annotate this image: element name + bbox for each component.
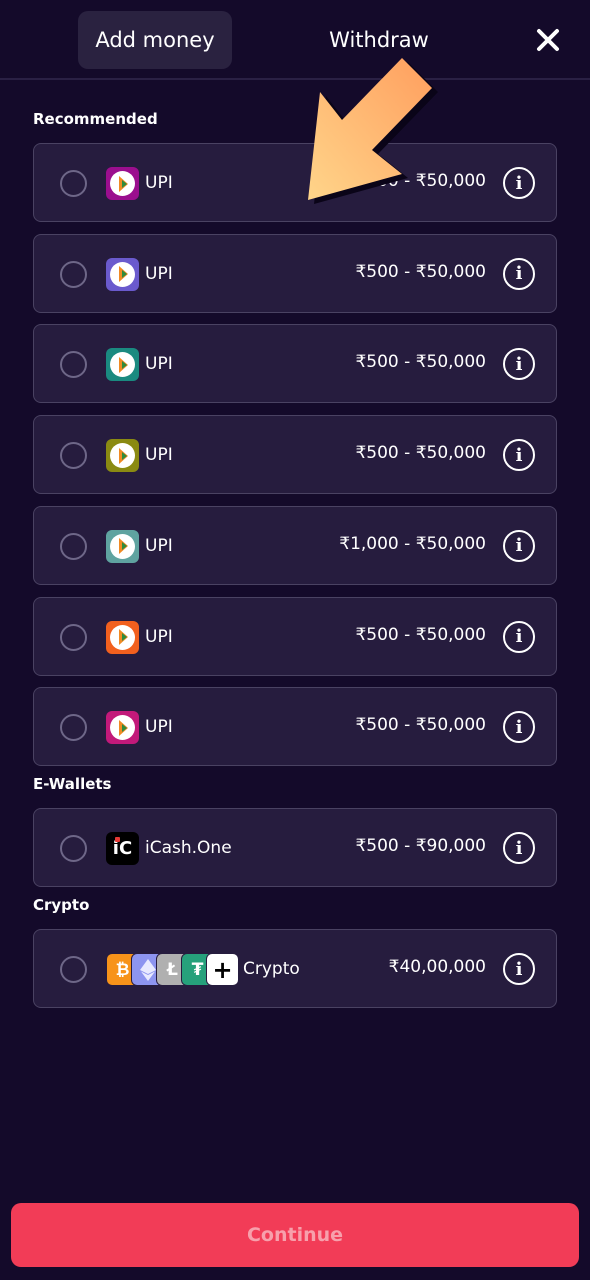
bhim-upi-icon bbox=[106, 439, 139, 473]
continue-button[interactable]: Continue bbox=[11, 1203, 579, 1267]
bhim-upi-icon bbox=[106, 711, 139, 745]
close-button[interactable] bbox=[530, 22, 566, 58]
amount-range: ₹500 - ₹50,000 bbox=[355, 352, 486, 373]
info-icon[interactable]: i bbox=[503, 348, 535, 381]
payment-method-icash[interactable]: iC iCash.One ₹500 - ₹90,000 i bbox=[33, 808, 557, 887]
bhim-upi-icon bbox=[106, 620, 139, 654]
payment-method-upi[interactable]: UPI ₹500 - ₹50,000 i bbox=[33, 687, 557, 767]
radio-button[interactable] bbox=[60, 260, 87, 288]
method-label: Crypto bbox=[243, 959, 300, 979]
method-label: iCash.One bbox=[145, 838, 232, 858]
tab-add-money[interactable]: Add money bbox=[78, 11, 232, 69]
amount-range: ₹500 - ₹90,000 bbox=[355, 836, 486, 856]
bhim-upi-icon bbox=[106, 167, 139, 200]
radio-button[interactable] bbox=[60, 956, 87, 983]
payment-method-upi[interactable]: UPI ₹1,000 - ₹50,000 i bbox=[33, 505, 557, 585]
section-title-ewallets: E-Wallets bbox=[33, 775, 112, 793]
icash-logo: iC bbox=[106, 832, 139, 865]
crypto-icons: ₿ Ł ₮ + bbox=[106, 953, 240, 986]
payment-method-upi[interactable]: UPI ₹500 - ₹50,000 i bbox=[33, 324, 557, 404]
amount-range: ₹1,000 - ₹50,000 bbox=[339, 533, 486, 554]
amount-range: ₹500 - ₹50,000 bbox=[355, 624, 486, 645]
method-label: UPI bbox=[145, 445, 173, 466]
method-label: UPI bbox=[145, 263, 173, 284]
method-label: UPI bbox=[145, 354, 173, 375]
section-title-crypto: Crypto bbox=[33, 896, 90, 914]
section-title-recommended: Recommended bbox=[33, 110, 158, 128]
info-icon[interactable]: i bbox=[503, 529, 535, 562]
bhim-upi-icon bbox=[106, 348, 139, 382]
payment-method-upi[interactable]: UPI ₹500 - ₹50,000 i bbox=[33, 233, 557, 313]
bhim-upi-icon bbox=[106, 257, 139, 291]
amount-range: ₹500 - ₹50,000 bbox=[355, 261, 486, 282]
bhim-upi-icon bbox=[106, 529, 139, 563]
radio-button[interactable] bbox=[60, 442, 87, 470]
radio-button[interactable] bbox=[60, 835, 87, 862]
amount-range: ₹500 - ₹50,000 bbox=[355, 443, 486, 464]
info-icon[interactable]: i bbox=[503, 711, 535, 744]
close-icon bbox=[537, 29, 559, 51]
info-icon[interactable]: i bbox=[503, 620, 535, 653]
info-icon[interactable]: i bbox=[503, 257, 535, 290]
amount-range: ₹500 - ₹50,000 bbox=[355, 715, 486, 736]
radio-button[interactable] bbox=[60, 623, 87, 651]
payment-method-upi[interactable]: UPI ₹500 - ₹50,000 i bbox=[33, 596, 557, 676]
method-label: UPI bbox=[145, 626, 173, 647]
amount-range: ₹40,00,000 bbox=[388, 957, 486, 977]
info-icon[interactable]: i bbox=[503, 832, 535, 864]
radio-button[interactable] bbox=[60, 714, 87, 742]
method-label: UPI bbox=[145, 535, 173, 556]
radio-button[interactable] bbox=[60, 351, 87, 379]
radio-button[interactable] bbox=[60, 170, 87, 197]
info-icon[interactable]: i bbox=[503, 439, 535, 472]
pointer-arrow-icon bbox=[308, 58, 438, 204]
method-label: UPI bbox=[145, 717, 173, 738]
radio-button[interactable] bbox=[60, 532, 87, 560]
info-icon[interactable]: i bbox=[503, 953, 535, 985]
info-icon[interactable]: i bbox=[503, 167, 535, 199]
method-label: UPI bbox=[145, 173, 173, 193]
plus-icon: + bbox=[206, 953, 239, 986]
payment-method-crypto[interactable]: ₿ Ł ₮ + Crypto ₹40,00,000 i bbox=[33, 929, 557, 1008]
payment-method-upi[interactable]: UPI ₹500 - ₹50,000 i bbox=[33, 415, 557, 495]
